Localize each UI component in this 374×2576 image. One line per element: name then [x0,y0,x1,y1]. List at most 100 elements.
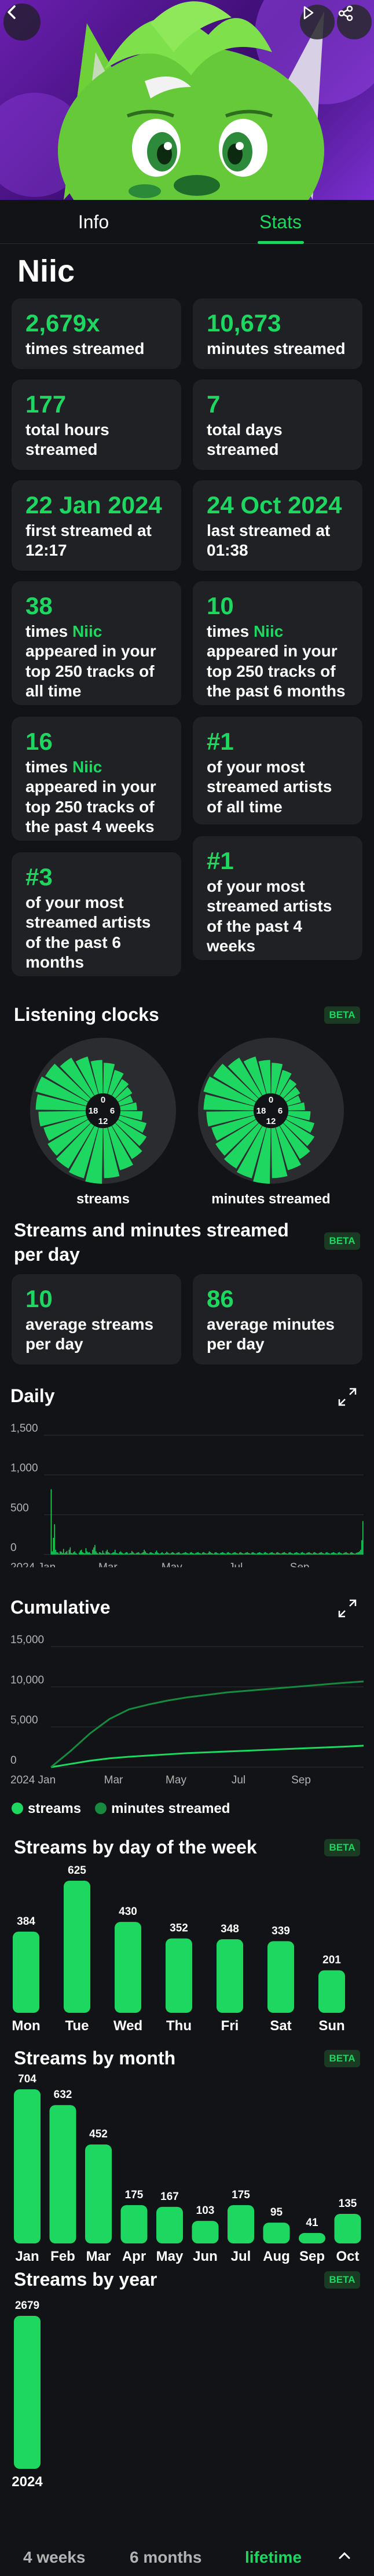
bar [335,1553,337,1555]
bar [318,1553,320,1555]
beta-badge: BETA [324,2271,360,2289]
bar [116,1553,118,1555]
bar [336,1553,338,1555]
play-icon [303,6,314,20]
clock-label-streams: streams [76,1191,130,1207]
bar [193,1553,195,1555]
bar [14,2089,41,2243]
beta-badge: BETA [324,1232,360,1250]
data-label: 352 [170,1922,188,1935]
bar [110,1553,111,1555]
bar [314,1552,316,1555]
bar [139,1553,141,1555]
y-tick-label: 1,000 [10,1462,38,1475]
bar [249,1553,250,1555]
bar [137,1552,138,1555]
bar [149,1552,151,1555]
bar [85,1548,87,1555]
chevron-up-icon[interactable] [336,2547,353,2564]
bar [228,2205,254,2243]
bar [145,1551,146,1555]
bar [263,1552,265,1555]
tab-info[interactable]: Info [0,200,187,244]
bar [210,1552,211,1555]
play-button[interactable] [300,5,335,39]
bar [360,1549,361,1555]
bar [219,1553,220,1555]
share-button[interactable] [337,5,372,39]
y-tick-label: 500 [10,1502,29,1514]
nav-lifetime[interactable]: lifetime [245,2548,302,2567]
x-tick-label: Jul [229,1561,243,1567]
bar [315,1553,317,1555]
bar [215,1552,217,1555]
nav-6-months[interactable]: 6 months [130,2548,201,2567]
bar [91,1553,92,1555]
bar [182,1553,183,1555]
stat-value: 177 [25,391,67,418]
data-label: 704 [18,2074,36,2085]
stat-label: average minutes per day [207,1315,335,1353]
bar [220,1553,221,1555]
bar [207,1553,209,1555]
x-tick-label: Jul [232,1774,245,1786]
per-day-title: Streams and minutes streamed per day [14,1220,289,1265]
bar [80,1549,82,1555]
bar [297,1553,299,1555]
bar [50,1489,52,1555]
bar [239,1552,240,1555]
nav-4-weeks[interactable]: 4 weeks [23,2548,85,2567]
x-tick-label: Sep [290,1561,310,1567]
bar [281,1553,283,1555]
bar [120,2205,148,2243]
legend-dot [95,1803,107,1814]
stat-label: of your most streamed artists of the pas… [25,893,151,971]
bar [123,1553,125,1555]
category-label: Aug [263,2249,290,2264]
bar [104,1553,106,1555]
bar [333,1552,335,1555]
bar [55,1549,56,1555]
bar [168,1553,170,1555]
stat-label: times Niic appeared in your top 250 trac… [25,758,156,835]
data-label: 430 [119,1906,137,1918]
bar [291,1553,292,1555]
expand-icon[interactable] [336,1385,359,1409]
data-label: 632 [54,2089,72,2101]
expand-icon[interactable] [336,1597,359,1620]
data-label: 201 [322,1954,341,1966]
stat-label: total days streamed [207,421,283,459]
bar [107,1549,108,1555]
bar [255,1553,256,1555]
clock-hour-label: 12 [266,1116,276,1126]
bar [97,1553,98,1555]
bar [265,1552,266,1555]
bar [283,1552,284,1555]
stat-label: last streamed at 01:38 [207,521,331,560]
category-label: Wed [113,2018,142,2034]
bar [13,1931,39,2013]
tab-stats[interactable]: Stats [187,200,374,244]
bar [76,1553,78,1555]
bar [53,1538,54,1555]
bar [138,1552,140,1555]
bar [157,1552,159,1555]
bar [203,1552,204,1555]
back-button[interactable] [3,3,41,41]
bar [242,1553,244,1555]
bar [166,1938,192,2013]
bar [244,1553,246,1555]
bar [65,1552,67,1555]
bar [109,1553,110,1555]
stat-card-top-tracks-4-weeks: 16 times Niic appeared in your top 250 t… [12,717,181,841]
bar [234,1552,236,1555]
data-label: 625 [68,1865,86,1877]
bar [339,1552,340,1555]
category-label: Feb [50,2249,75,2264]
bar [238,1553,239,1555]
bar [196,1552,197,1555]
bar [67,1553,69,1555]
data-label: 384 [17,1915,35,1928]
bar [332,1552,333,1555]
bar [208,1551,210,1555]
